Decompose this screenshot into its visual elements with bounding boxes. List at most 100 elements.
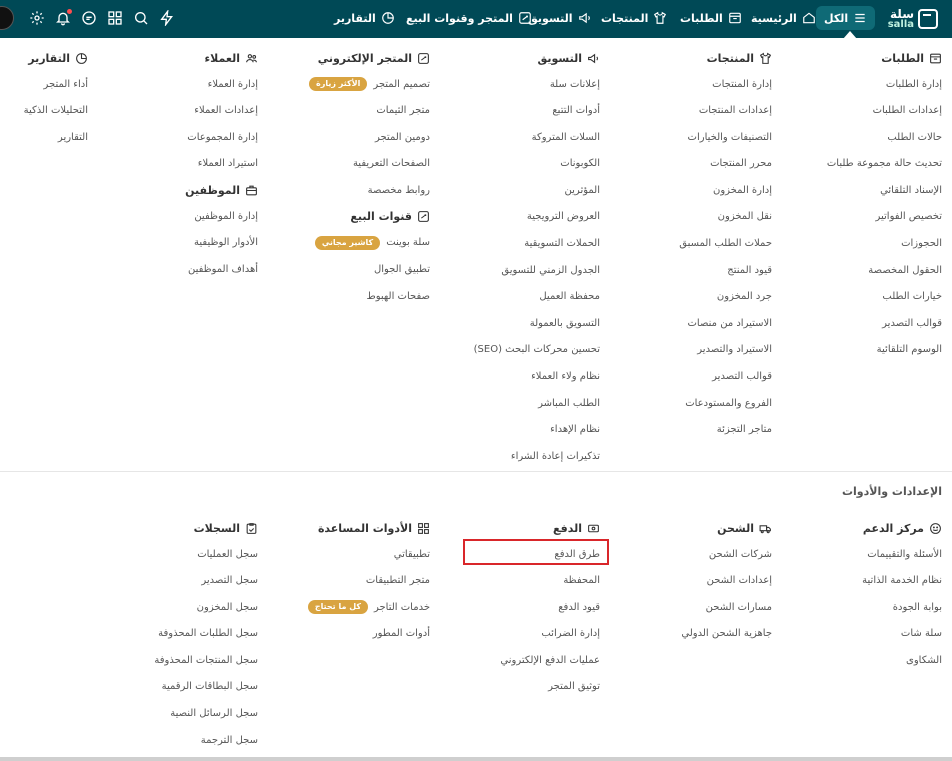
menu-item[interactable]: إعلانات سلة [470,76,600,92]
menu-item[interactable]: سجل الطلبات المحذوفة [138,626,258,642]
menu-item[interactable]: سجل التصدير [138,573,258,589]
apps-grid-icon[interactable] [105,8,125,28]
menu-item[interactable]: سجل المخزون [138,599,258,615]
menu-item[interactable]: خدمات التاجر كل ما تحتاج [300,599,430,615]
menu-item[interactable]: التقارير [8,129,88,145]
nav-store-channels[interactable]: المتجر وقنوات البيع [406,6,532,30]
menu-item[interactable]: أدوات التتبع [470,103,600,119]
menu-item[interactable]: تطبيقاتي [300,546,430,562]
menu-item[interactable]: العروض الترويجية [470,209,600,225]
menu-item[interactable]: التحليلات الذكية [8,103,88,119]
menu-item[interactable]: سجل الرسائل النصية [138,706,258,722]
menu-item[interactable]: الاستيراد من منصات [652,315,772,331]
menu-item[interactable]: نظام الإهداء [470,422,600,438]
lightning-icon[interactable] [157,8,177,28]
menu-item[interactable]: حملات الطلب المسبق [652,236,772,252]
menu-item[interactable]: إدارة المنتجات [652,76,772,92]
menu-item[interactable]: المحفظة [470,573,600,589]
menu-item[interactable]: السلات المتروكة [470,129,600,145]
search-icon[interactable] [131,8,151,28]
menu-item[interactable]: استيراد العملاء [148,156,258,172]
gear-icon[interactable] [27,8,47,28]
menu-item[interactable]: أداء المتجر [8,76,89,92]
menu-item[interactable]: إعدادات العملاء [148,103,258,119]
salla-logo[interactable]: سلة salla [880,4,938,34]
nav-home[interactable]: الرئيسية [751,6,816,30]
menu-item[interactable]: نظام الخدمة الذاتية [812,573,942,589]
menu-item[interactable]: الحجوزات [812,236,942,252]
nav-products[interactable]: المنتجات [601,6,667,30]
menu-item[interactable]: الشكاوى [812,652,942,668]
menu-item[interactable]: عمليات الدفع الإلكتروني [470,652,600,668]
menu-item[interactable]: سجل المنتجات المحذوفة [138,652,258,668]
menu-item[interactable]: نظام ولاء العملاء [470,369,600,385]
menu-item[interactable]: المؤثرين [470,182,600,198]
menu-item[interactable]: أدوات المطور [300,626,430,642]
menu-item[interactable]: بوابة الجودة [812,599,942,615]
avatar[interactable] [0,6,14,30]
chat-icon[interactable] [79,8,99,28]
menu-item[interactable]: الجدول الزمني للتسويق [470,262,600,278]
menu-item[interactable]: قيود المنتج [652,262,772,278]
menu-item[interactable]: خيارات الطلب [812,289,942,305]
menu-item[interactable]: الفروع والمستودعات [652,395,772,411]
menu-item[interactable]: محفظة العميل [470,289,600,305]
menu-item[interactable]: إعدادات الطلبات [812,103,942,119]
menu-item[interactable]: جاهزية الشحن الدولي [652,626,772,642]
menu-item[interactable]: سجل العمليات [138,546,258,562]
horizontal-scrollbar[interactable] [0,757,952,761]
menu-item[interactable]: قوالب التصدير [652,369,772,385]
menu-item[interactable]: تحديث حالة مجموعة طلبات [812,156,942,172]
menu-item[interactable]: تذكيرات إعادة الشراء [470,448,600,464]
menu-item[interactable]: أهداف الموظفين [148,262,258,278]
menu-item[interactable]: إدارة العملاء [148,76,258,92]
menu-item[interactable]: قيود الدفع [470,599,600,615]
menu-item[interactable]: إدارة المجموعات [148,129,258,145]
menu-item[interactable]: تحسين محركات البحث (SEO) [470,342,600,358]
menu-item[interactable]: تخصيص الفواتير [812,209,942,225]
menu-item[interactable]: إدارة الضرائب [470,626,600,642]
menu-item[interactable]: الاستيراد والتصدير [652,342,772,358]
menu-item[interactable]: الحقول المخصصة [812,262,942,278]
menu-item[interactable]: شركات الشحن [652,546,772,562]
menu-item[interactable]: إدارة الطلبات [812,76,942,92]
menu-item[interactable]: الأدوار الوظيفية [148,235,258,251]
menu-item[interactable]: سجل الترجمة [138,732,258,748]
menu-item[interactable]: الأسئلة والتقييمات [812,546,942,562]
nav-marketing[interactable]: التسويق [528,6,592,30]
menu-item[interactable]: جرد المخزون [652,289,772,305]
menu-item[interactable]: مسارات الشحن [652,599,772,615]
menu-item[interactable]: الحملات التسويقية [470,236,600,252]
menu-item[interactable]: التصنيفات والخيارات [652,129,772,145]
menu-item[interactable]: نقل المخزون [652,209,772,225]
menu-item[interactable]: تطبيق الجوال [300,262,430,278]
menu-item[interactable]: التسويق بالعمولة [470,315,600,331]
menu-item[interactable]: محرر المنتجات [652,156,772,172]
menu-item[interactable]: إدارة المخزون [652,182,772,198]
nav-orders[interactable]: الطلبات [680,6,742,30]
menu-item[interactable]: حالات الطلب [812,129,942,145]
menu-item[interactable]: سجل البطاقات الرقمية [138,679,258,695]
nav-all[interactable]: الكل [816,6,876,30]
menu-item[interactable]: سلة بوينت كاشير مجاني [300,235,430,251]
menu-item[interactable]: صفحات الهبوط [300,288,430,304]
menu-item[interactable]: متجر التطبيقات [300,573,430,589]
nav-reports[interactable]: التقارير [334,6,395,30]
bell-icon[interactable] [53,8,73,28]
menu-item[interactable]: الصفحات التعريفية [300,156,430,172]
menu-item[interactable]: الإسناد التلقائي [812,182,942,198]
menu-item[interactable]: سلة شات [812,626,942,642]
menu-item[interactable]: قوالب التصدير [812,315,942,331]
menu-item[interactable]: الطلب المباشر [470,395,600,411]
menu-item[interactable]: توثيق المتجر [470,679,600,695]
menu-item[interactable]: دومين المتجر [300,129,430,145]
menu-item[interactable]: متجر الثيمات [300,103,430,119]
menu-item[interactable]: متاجر التجزئة [652,422,772,438]
menu-item[interactable]: إعدادات المنتجات [652,103,772,119]
menu-item[interactable]: تصميم المتجر الأكثر زيارة [300,76,430,92]
menu-item[interactable]: الكوبونات [470,156,600,172]
menu-item[interactable]: روابط مخصصة [300,182,430,198]
menu-item[interactable]: الوسوم التلقائية [812,342,942,358]
menu-item[interactable]: إعدادات الشحن [652,573,772,589]
menu-item[interactable]: إدارة الموظفين [148,208,258,224]
